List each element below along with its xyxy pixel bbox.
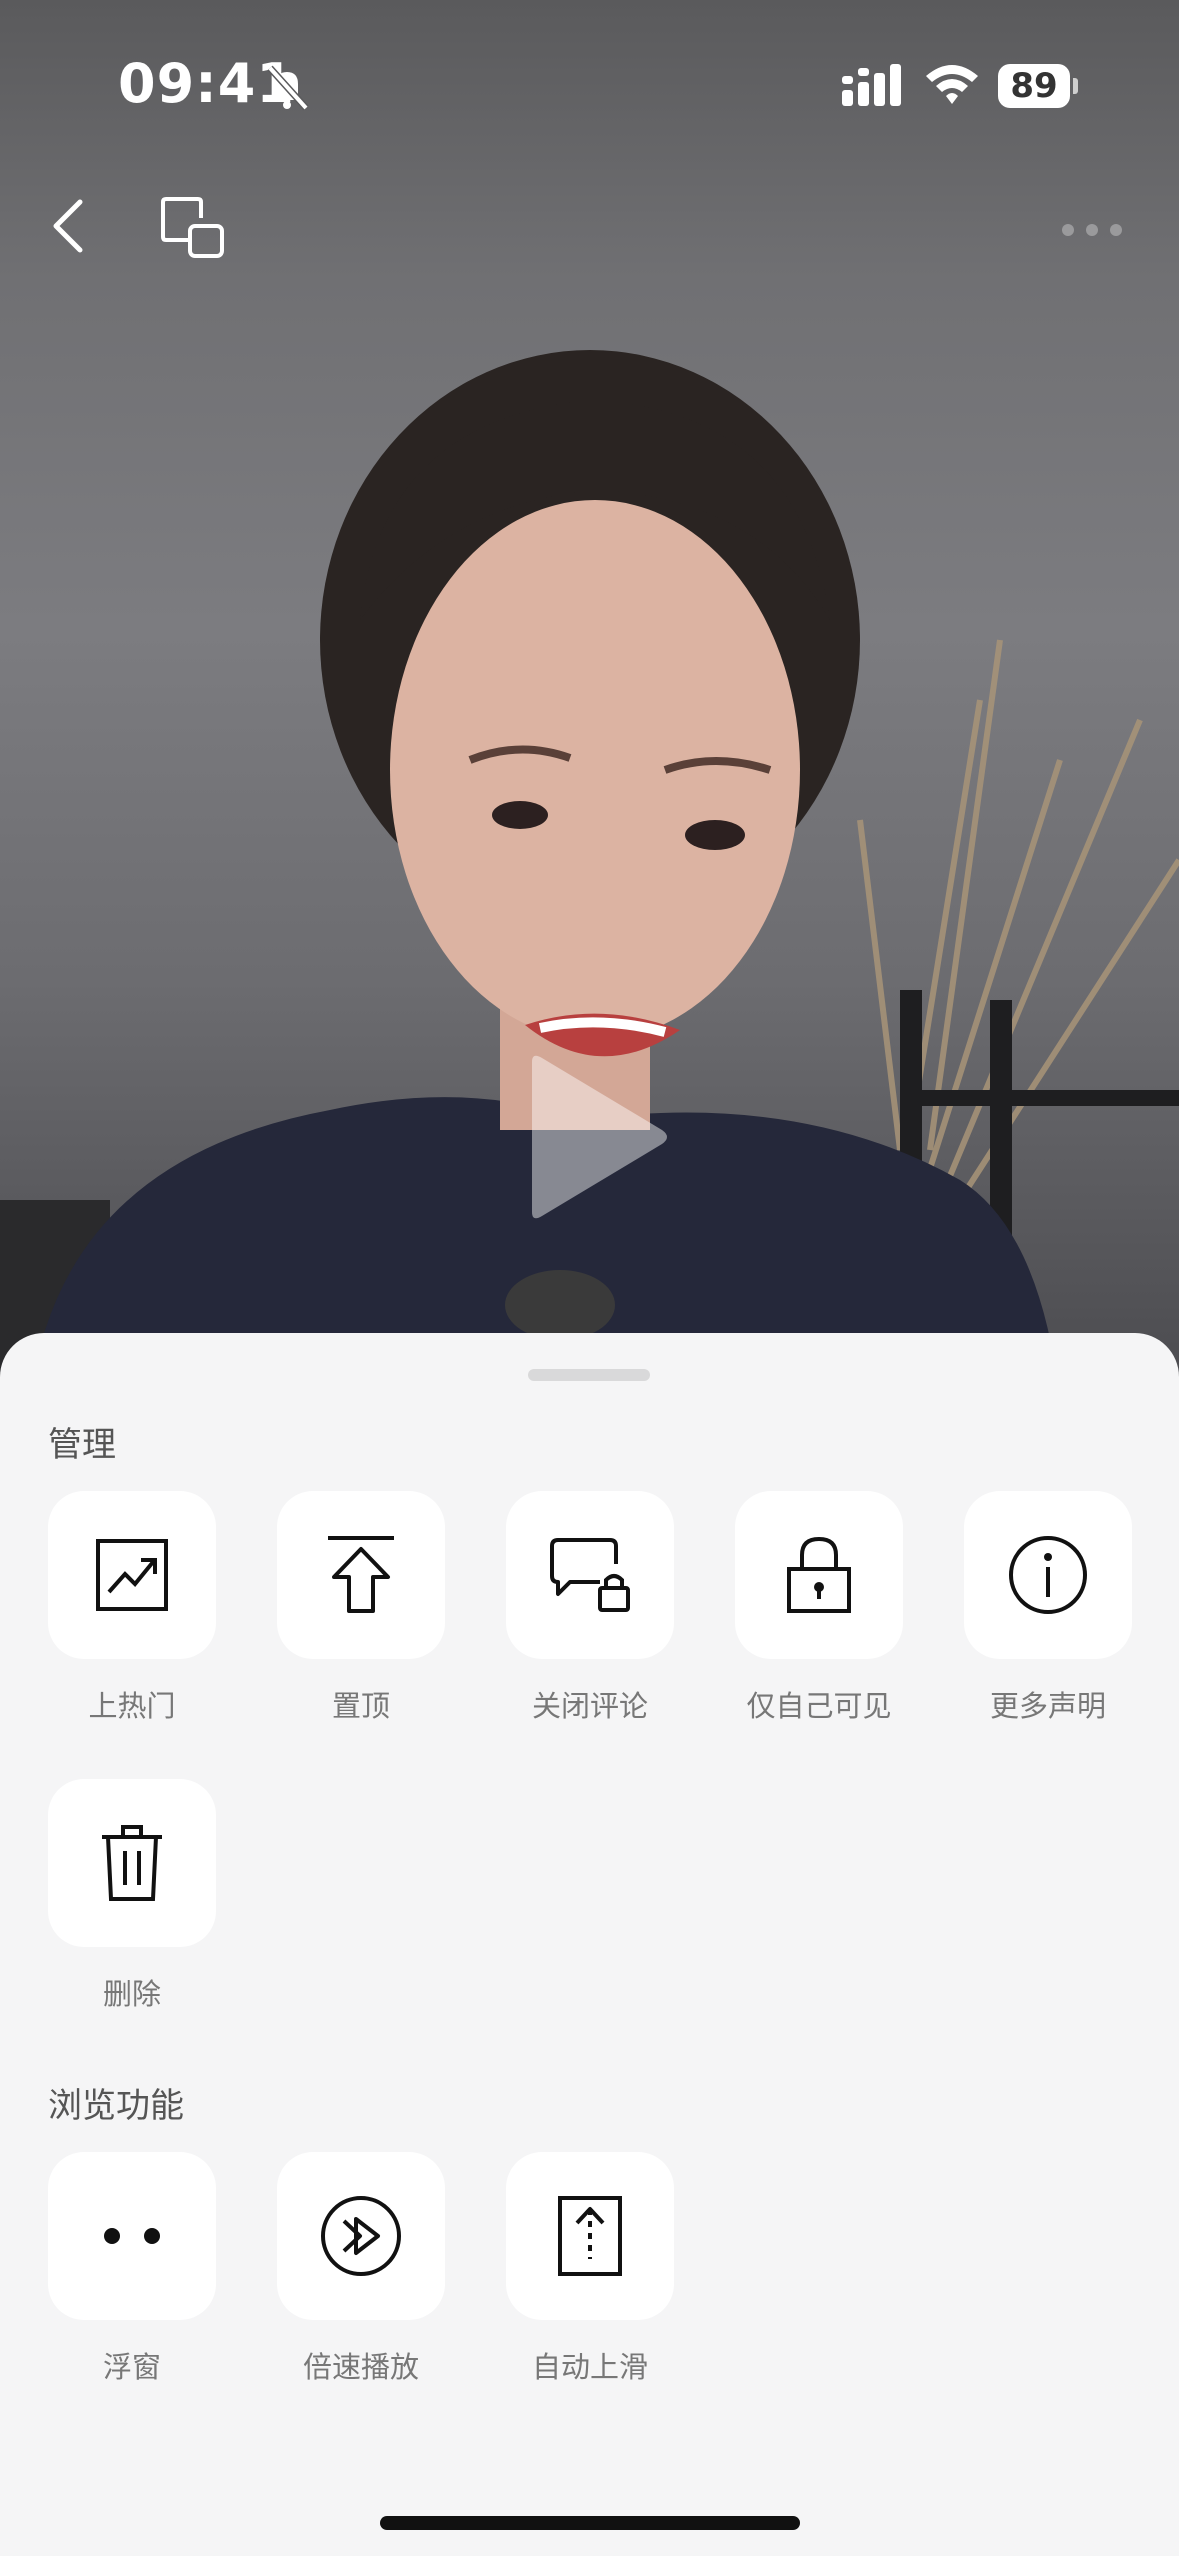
silent-mode-icon xyxy=(262,62,312,116)
section-title-manage: 管理 xyxy=(48,1425,116,1465)
fast-forward-icon xyxy=(321,2196,401,2276)
floating-window-icon xyxy=(104,2228,160,2244)
more-statements-button[interactable]: 更多声明 xyxy=(964,1491,1134,1725)
more-options-button[interactable] xyxy=(1060,210,1124,250)
sheet-drag-handle[interactable] xyxy=(528,1369,650,1381)
tile-label: 倍速播放 xyxy=(302,2350,419,2384)
tile-label: 上热门 xyxy=(88,1689,176,1723)
battery-level: 89 xyxy=(1010,66,1058,106)
auto-scroll-button[interactable]: 自动上滑 xyxy=(506,2152,676,2386)
promote-hot-button[interactable]: 上热门 xyxy=(48,1491,218,1725)
wifi-icon xyxy=(924,62,980,110)
picture-in-picture-icon xyxy=(161,197,224,258)
auto-scroll-icon xyxy=(558,2196,622,2276)
home-indicator[interactable] xyxy=(380,2516,800,2530)
tile-label: 关闭评论 xyxy=(531,1689,648,1723)
floating-window-button[interactable]: 浮窗 xyxy=(48,2152,218,2386)
pin-top-icon xyxy=(328,1536,394,1613)
status-bar: 09:41 89 xyxy=(0,0,1179,170)
tile-label: 删除 xyxy=(102,1977,161,2011)
delete-button[interactable]: 删除 xyxy=(48,1779,218,2013)
more-dots-icon xyxy=(1062,224,1122,236)
screen-cast-button[interactable] xyxy=(160,196,226,262)
info-icon xyxy=(1009,1536,1087,1614)
action-sheet: 管理 上热门 置顶 关闭评论 仅自己可见 更多声明 删除 浏览功能 浮窗 倍速播… xyxy=(0,1333,1179,2556)
private-visibility-button[interactable]: 仅自己可见 xyxy=(735,1491,905,1725)
lock-icon xyxy=(787,1536,851,1613)
cellular-signal-icon xyxy=(842,64,906,110)
trending-chart-icon xyxy=(96,1539,168,1611)
tile-label: 自动上滑 xyxy=(531,2350,648,2384)
chevron-left-icon xyxy=(53,199,83,253)
disable-comments-button[interactable]: 关闭评论 xyxy=(506,1491,676,1725)
tile-label: 更多声明 xyxy=(989,1689,1106,1723)
tile-label: 置顶 xyxy=(331,1689,390,1723)
comment-lock-icon xyxy=(550,1538,630,1612)
battery-icon: 89 xyxy=(998,64,1078,108)
back-button[interactable] xyxy=(44,196,94,256)
playback-speed-button[interactable]: 倍速播放 xyxy=(277,2152,447,2386)
tile-label: 浮窗 xyxy=(102,2350,161,2384)
pin-to-top-button[interactable]: 置顶 xyxy=(277,1491,447,1725)
tile-label: 仅自己可见 xyxy=(746,1689,892,1723)
section-title-browse: 浏览功能 xyxy=(48,2086,184,2126)
trash-icon xyxy=(102,1825,162,1901)
play-icon[interactable] xyxy=(522,1052,672,1226)
